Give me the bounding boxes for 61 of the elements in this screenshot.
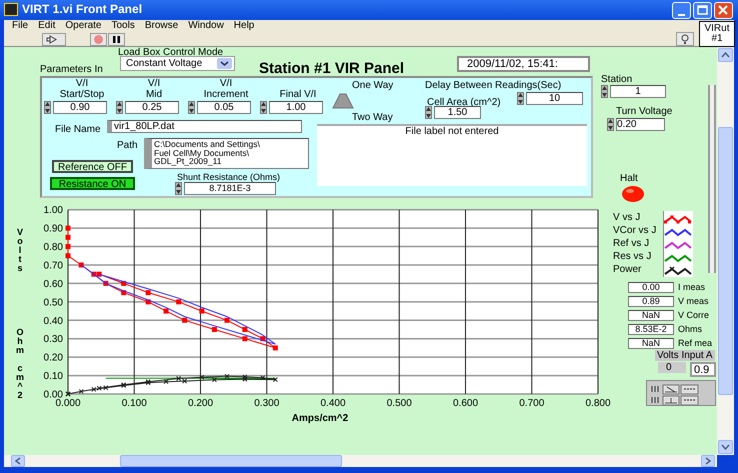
tick-label: 0.90 [44, 224, 63, 235]
file-label-text: File label not entered [404, 126, 500, 137]
tick-label: 0.600 [452, 398, 478, 409]
tick-label: 0.700 [519, 398, 544, 409]
axis-title: Ohm cm^2 [16, 327, 24, 400]
tick-label: 0.30 [44, 334, 63, 346]
axis-title: Amps/cm^2 [292, 413, 348, 424]
readout-label: Ref mea [678, 338, 712, 348]
timestamp-display: 2009/11/02, 15:41: [457, 56, 590, 72]
control-label: Halt [620, 173, 638, 184]
tick-label: 0.40 [44, 316, 63, 327]
tick-label: 0.000 [55, 398, 81, 409]
legend-label: Ref vs J [613, 238, 650, 249]
axis-title: Volts [17, 227, 23, 273]
section-label: Parameters In [40, 64, 103, 75]
readout-field: 0.89 [628, 296, 674, 306]
control-label: V/I Increment [202, 78, 250, 100]
control-label: Shunt Resistance (Ohms) [177, 172, 280, 183]
control-label: Station [601, 74, 632, 85]
control-label: Volts Input A [655, 350, 715, 361]
legend-label: V vs J [613, 212, 640, 223]
control-label: Path [117, 140, 138, 151]
tick-label: 0.300 [254, 398, 280, 409]
tick-label: 0.500 [386, 398, 412, 409]
control-label: Delay Between Readings(Sec) [425, 80, 562, 91]
tick-label: 0.10 [44, 371, 63, 382]
vi-icon: VIRut #1 [699, 21, 735, 47]
control-label: Cell Area (cm^2) [427, 97, 501, 108]
tick-label: 0.200 [188, 398, 214, 409]
legend-label: VCor vs J [613, 225, 656, 236]
readout-field: NaN [628, 310, 674, 320]
readout-label: V Corre [678, 310, 710, 320]
tick-label: 1.00 [44, 205, 63, 216]
readout-field: 0.00 [628, 282, 674, 292]
control-label: Final V/I [278, 89, 318, 100]
readout-label: I meas [678, 282, 706, 292]
tick-label: 0.50 [44, 297, 63, 308]
control-label: V/I Mid [144, 78, 164, 100]
legend-label: Res vs J [613, 251, 652, 262]
readout-label: Ohms [678, 324, 702, 334]
control-label: File Name [55, 124, 101, 135]
tick-label: 0.60 [44, 278, 63, 290]
legend-label: Power [613, 264, 642, 275]
switch-label: Two Way [352, 112, 393, 123]
tick-label: 0.800 [585, 398, 611, 409]
readout-field: NaN [628, 338, 674, 348]
control-label: V/I Start/Stop [58, 78, 106, 100]
tick-label: 0.400 [320, 398, 346, 409]
switch-label: One Way [352, 80, 394, 91]
tick-label: 0.100 [122, 398, 147, 409]
tick-label: 0.20 [44, 352, 63, 364]
tick-label: 0.00 [44, 390, 63, 400]
readout-label: V meas [678, 296, 709, 306]
panel-title: Station #1 VIR Panel [259, 60, 404, 78]
control-label: Load Box Control Mode [118, 47, 224, 58]
readout-field: 8.53E-2 [628, 324, 674, 334]
tick-label: 0.70 [44, 260, 63, 272]
array-value-field: 0.9 [690, 362, 716, 377]
control-label: Turn Voltage [616, 106, 672, 117]
tick-label: 0.80 [44, 242, 63, 254]
window-title: VIRT 1.vi Front Panel [22, 3, 142, 17]
